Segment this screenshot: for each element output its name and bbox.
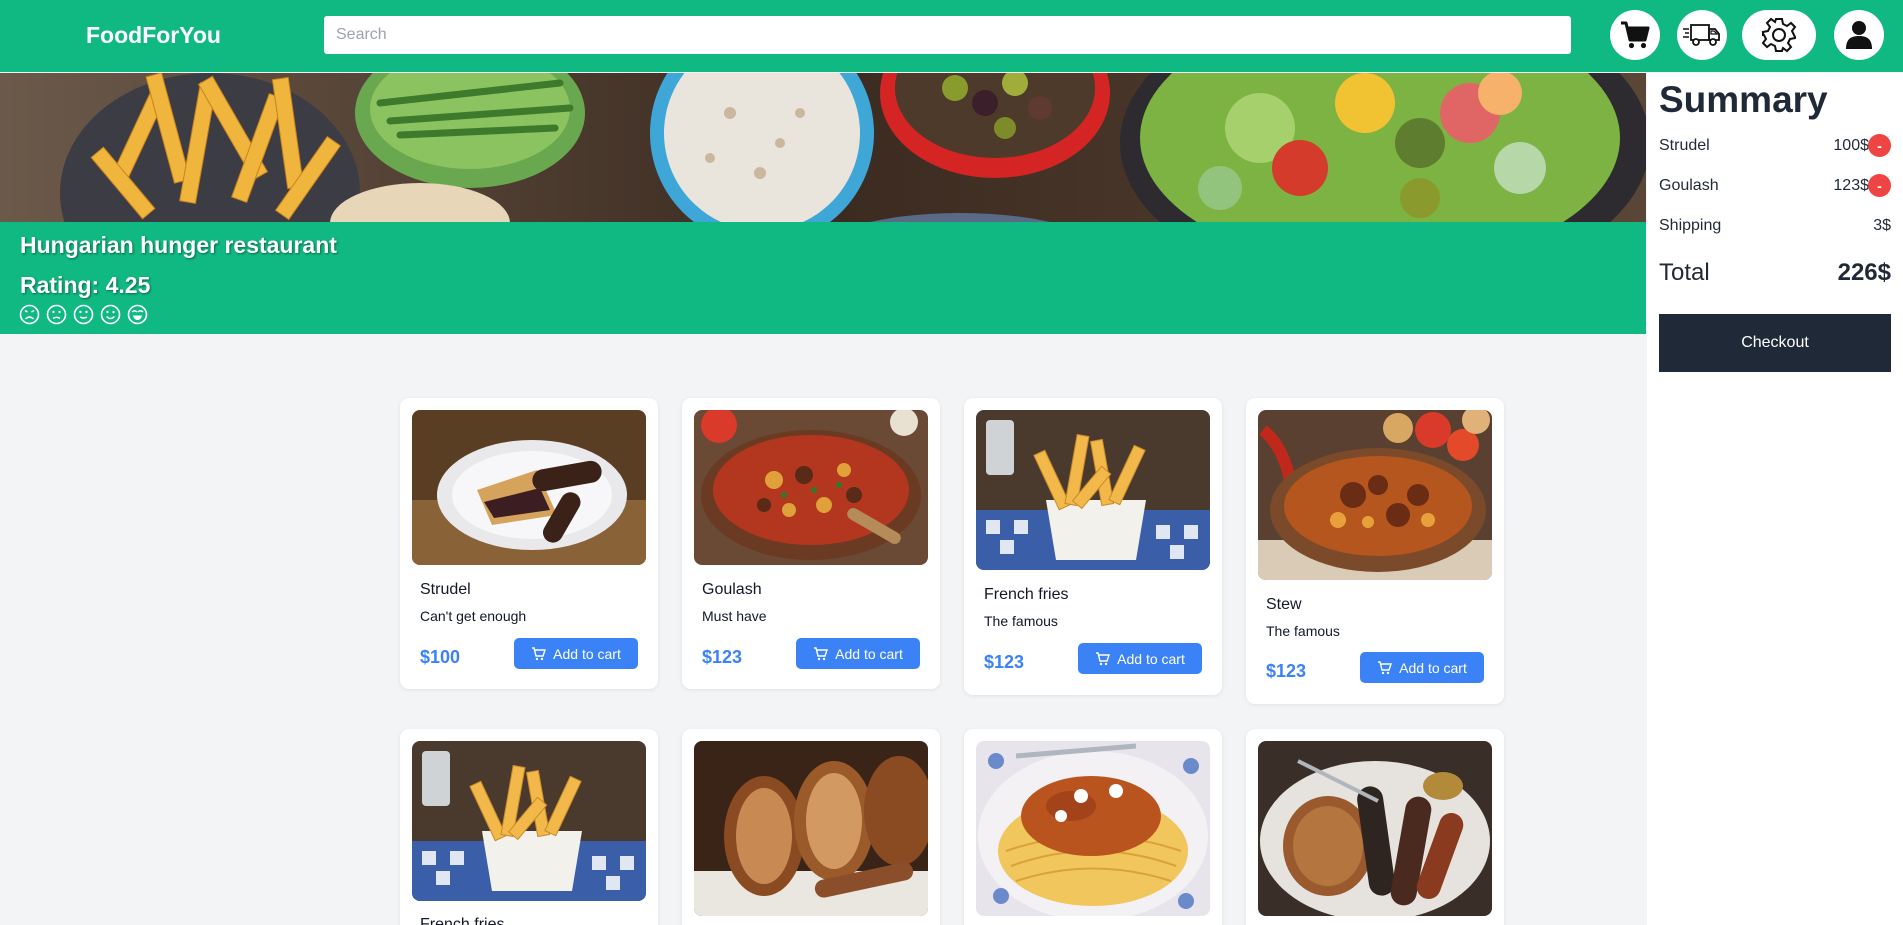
remove-item-button[interactable]: -	[1868, 134, 1891, 157]
dish-photo	[412, 410, 646, 565]
restaurant-banner-image	[0, 73, 1646, 222]
remove-item-button[interactable]: -	[1868, 174, 1891, 197]
settings-button[interactable]	[1742, 10, 1816, 60]
total-value: 226$	[1837, 259, 1891, 286]
checkout-button[interactable]: Checkout	[1659, 314, 1891, 372]
menu-item-card	[682, 729, 940, 925]
search-input[interactable]	[324, 16, 1571, 54]
dish-photo	[976, 741, 1210, 916]
add-to-cart-button[interactable]: Add to cart	[1078, 643, 1202, 674]
delivery-button[interactable]	[1677, 10, 1727, 60]
cart-outline-icon	[1096, 651, 1111, 665]
add-to-cart-label: Add to cart	[835, 645, 903, 662]
cart-outline-icon	[532, 646, 547, 660]
menu-item-card: French fries	[400, 729, 658, 925]
menu-item-card: Goulash Must have $123 Add to cart	[682, 398, 940, 689]
delivery-truck-icon	[1683, 24, 1720, 46]
gear-icon	[1761, 17, 1797, 53]
add-to-cart-label: Add to cart	[1117, 650, 1185, 667]
profile-button[interactable]	[1834, 10, 1884, 60]
restaurant-info-bar: Hungarian hunger restaurant Rating: 4.25	[0, 222, 1646, 334]
user-icon	[1846, 21, 1872, 49]
cart-icon	[1621, 21, 1650, 49]
order-summary-panel: Summary Strudel 100$ - Goulash 123$ - Sh…	[1647, 73, 1903, 925]
dish-price: $123	[984, 652, 1025, 672]
dish-description: Can't get enough	[420, 608, 527, 624]
dish-price: $123	[702, 647, 743, 667]
menu-item-card: Stew The famous $123 Add to cart	[1246, 398, 1504, 704]
add-to-cart-label: Add to cart	[1399, 659, 1467, 676]
dish-description: The famous	[1266, 623, 1340, 639]
add-to-cart-button[interactable]: Add to cart	[514, 638, 638, 669]
rating-faces	[19, 304, 148, 325]
dish-name: French fries	[984, 586, 1069, 603]
summary-item-name: Goulash	[1659, 177, 1719, 194]
grin-face-icon[interactable]	[127, 304, 148, 325]
restaurant-rating: Rating: 4.25	[20, 272, 151, 298]
dish-photo	[694, 741, 928, 916]
dish-name: Goulash	[702, 581, 762, 598]
dish-photo	[1258, 410, 1492, 580]
brand-logo[interactable]: FoodForYou	[86, 22, 221, 49]
dish-photo	[976, 410, 1210, 570]
shipping-label: Shipping	[1659, 217, 1722, 234]
frown-face-icon[interactable]	[19, 304, 40, 325]
top-bar: FoodForYou	[0, 0, 1903, 72]
dish-photo	[412, 741, 646, 901]
summary-item-price: 100$	[1833, 137, 1869, 154]
dish-description: Must have	[702, 608, 767, 624]
menu-item-card	[1246, 729, 1504, 925]
cart-button[interactable]	[1610, 10, 1660, 60]
dish-price: $100	[420, 647, 461, 667]
dish-name: French fries	[420, 916, 505, 925]
add-to-cart-button[interactable]: Add to cart	[796, 638, 920, 669]
smile-face-icon[interactable]	[100, 304, 121, 325]
neutral-face-icon[interactable]	[73, 304, 94, 325]
dish-name: Strudel	[420, 581, 471, 598]
add-to-cart-label: Add to cart	[553, 645, 621, 662]
sad-face-icon[interactable]	[46, 304, 67, 325]
menu-item-card	[964, 729, 1222, 925]
restaurant-name: Hungarian hunger restaurant	[20, 232, 337, 258]
dish-photo	[694, 410, 928, 565]
dish-name: Stew	[1266, 596, 1302, 613]
total-label: Total	[1659, 259, 1710, 286]
summary-title: Summary	[1659, 79, 1828, 120]
shipping-value: 3$	[1873, 217, 1891, 234]
summary-item-price: 123$	[1833, 177, 1869, 194]
cart-outline-icon	[814, 646, 829, 660]
dish-description: The famous	[984, 613, 1058, 629]
menu-item-card: Strudel Can't get enough $100 Add to car…	[400, 398, 658, 689]
add-to-cart-button[interactable]: Add to cart	[1360, 652, 1484, 683]
dish-price: $123	[1266, 661, 1307, 681]
cart-outline-icon	[1378, 660, 1393, 674]
dish-photo	[1258, 741, 1492, 916]
summary-item-name: Strudel	[1659, 137, 1710, 154]
menu-item-card: French fries The famous $123 Add to cart	[964, 398, 1222, 695]
